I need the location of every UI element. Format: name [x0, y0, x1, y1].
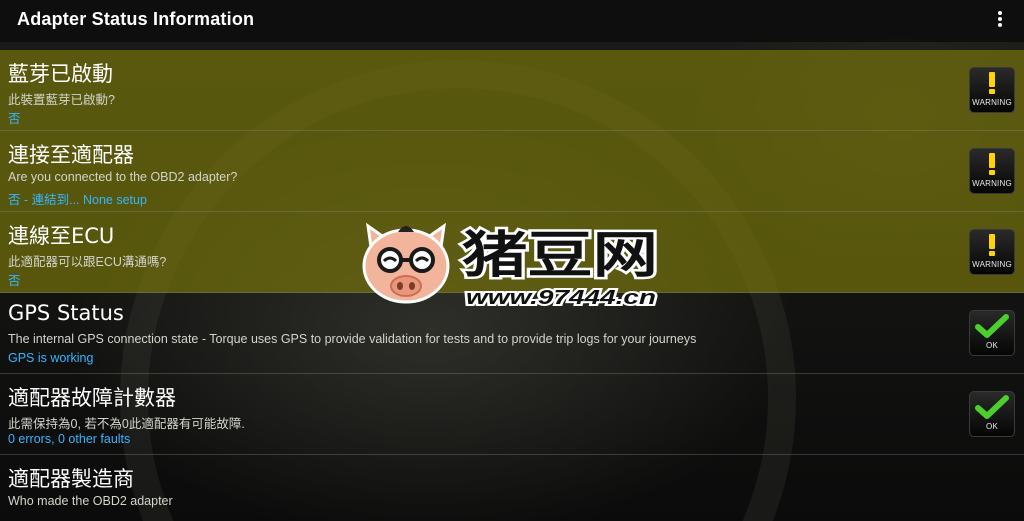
ok-checkmark-icon [970, 393, 1014, 421]
warning-badge: WARNING [969, 148, 1015, 194]
badge-label: WARNING [972, 98, 1012, 107]
warning-badge: WARNING [969, 229, 1015, 275]
row-status: 否 [8, 274, 21, 288]
ok-checkmark-icon [970, 312, 1014, 340]
more-vert-icon[interactable] [992, 11, 1008, 31]
status-row-fault-counter[interactable]: 適配器故障計數器 此需保持為0, 若不為0此適配器有可能故障. 0 errors… [0, 374, 1024, 455]
status-row-adapter-connection[interactable]: 連接至適配器 Are you connected to the OBD2 ada… [0, 131, 1024, 212]
row-description: Are you connected to the OBD2 adapter? [8, 170, 238, 184]
badge-label: OK [986, 422, 998, 431]
badge-label: OK [986, 341, 998, 350]
watermark-url-text: www.97444.cn [466, 287, 656, 309]
row-title: 適配器製造商 [8, 467, 134, 491]
ok-badge: OK [969, 310, 1015, 356]
row-description: 此需保持為0, 若不為0此適配器有可能故障. [8, 417, 245, 431]
warning-exclamation-icon [970, 150, 1014, 178]
app-bar: Adapter Status Information [0, 0, 1024, 42]
row-status: GPS is working [8, 351, 94, 365]
warning-badge: WARNING [969, 67, 1015, 113]
row-description: 此適配器可以跟ECU溝通嗎? [8, 255, 167, 269]
row-status: 否 - 連結到... None setup [8, 193, 147, 207]
row-status: 0 errors, 0 other faults [8, 432, 131, 446]
ok-badge: OK [969, 391, 1015, 437]
badge-label: WARNING [972, 260, 1012, 269]
warning-exclamation-icon [970, 231, 1014, 259]
row-title: 藍芽已啟動 [8, 62, 113, 86]
row-title: GPS Status [8, 301, 124, 325]
watermark-brand-text: 猪豆网 [462, 226, 658, 284]
row-description: Who made the OBD2 adapter [8, 494, 173, 508]
page-title: Adapter Status Information [17, 9, 255, 29]
site-watermark: 猪豆网 www.97444.cn [358, 214, 663, 311]
warning-exclamation-icon [970, 69, 1014, 97]
pig-mascot-icon [362, 222, 450, 304]
badge-label: WARNING [972, 179, 1012, 188]
row-title: 連接至適配器 [8, 143, 134, 167]
row-status: 否 [8, 112, 21, 126]
row-title: 連線至ECU [8, 224, 115, 248]
row-title: 適配器故障計數器 [8, 386, 176, 410]
adapter-status-screen: Adapter Status Information 藍芽已啟動 此裝置藍芽已啟… [0, 0, 1024, 521]
row-description: 此裝置藍芽已啟動? [8, 93, 115, 107]
status-row-bluetooth[interactable]: 藍芽已啟動 此裝置藍芽已啟動? 否 WARNING [0, 50, 1024, 131]
row-description: The internal GPS connection state - Torq… [8, 332, 697, 346]
status-row-manufacturer[interactable]: 適配器製造商 Who made the OBD2 adapter [0, 455, 1024, 521]
